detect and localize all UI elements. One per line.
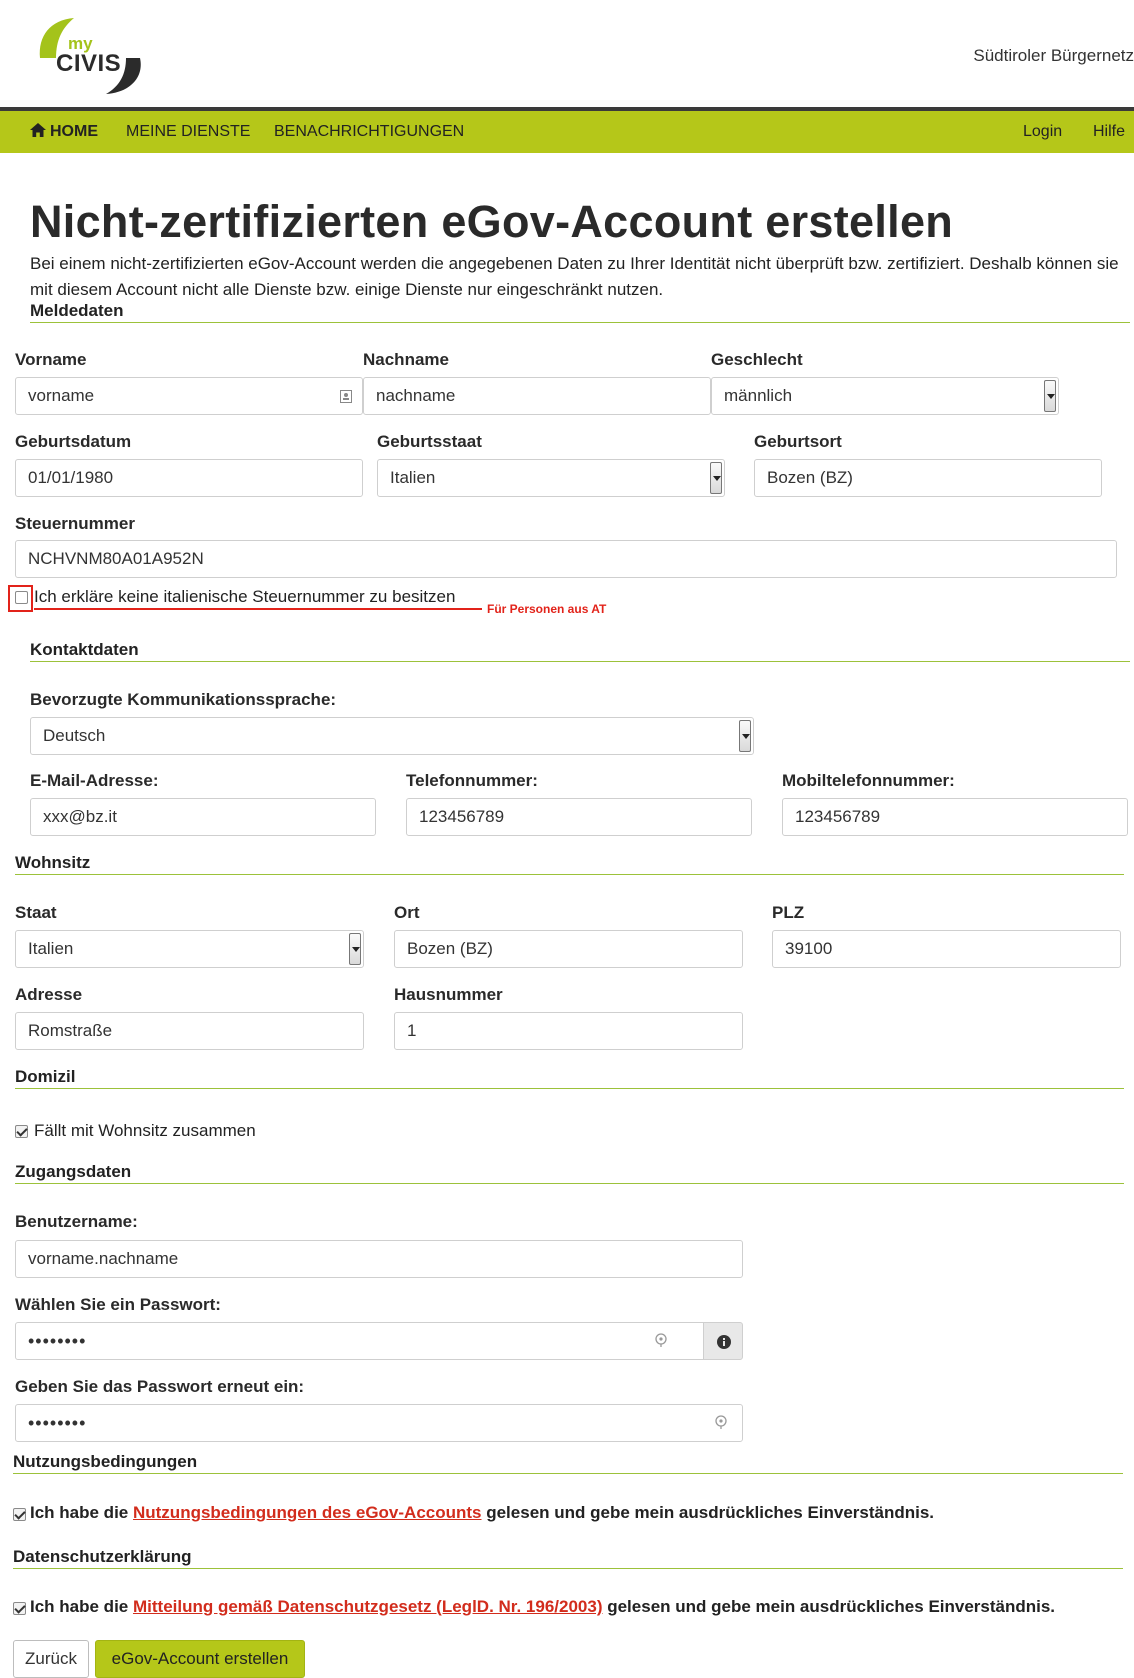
sprache-label: Bevorzugte Kommunikationssprache:: [30, 690, 337, 709]
adresse-input[interactable]: Romstraße: [15, 1012, 364, 1050]
terms-text-after: gelesen und gebe mein ausdrückliches Ein…: [481, 1503, 935, 1522]
back-button[interactable]: Zurück: [13, 1640, 89, 1678]
geschlecht-value: männlich: [724, 386, 793, 405]
passwort-value: ••••••••: [28, 1331, 87, 1351]
geburtsstaat-label: Geburtsstaat: [377, 432, 482, 451]
passwort2-value: ••••••••: [28, 1413, 87, 1433]
passwort-input[interactable]: ••••••••: [15, 1322, 705, 1360]
section-meldedaten: Meldedaten: [30, 301, 124, 320]
section-divider: [30, 322, 1130, 323]
passwort2-input[interactable]: ••••••••: [15, 1404, 743, 1442]
passwort2-label: Geben Sie das Passwort erneut ein:: [15, 1377, 305, 1396]
section-wohnsitz: Wohnsitz: [15, 853, 91, 872]
nav-benachrichtigungen[interactable]: BENACHRICHTIGUNGEN: [274, 123, 464, 141]
nav-home-label: HOME: [50, 123, 98, 140]
password-key-icon: [655, 1333, 667, 1347]
steuernummer-label: Steuernummer: [15, 514, 135, 533]
steuernummer-input[interactable]: NCHVNM80A01A952N: [15, 540, 1117, 578]
section-divider: [30, 661, 1130, 662]
create-account-button[interactable]: eGov-Account erstellen: [95, 1640, 305, 1678]
privacy-statement: Ich habe die Mitteilung gemäß Datenschut…: [30, 1597, 1055, 1617]
staat-label: Staat: [15, 903, 57, 922]
telefon-input[interactable]: 123456789: [406, 798, 752, 836]
section-nutzungsbedingungen: Nutzungsbedingungen: [13, 1452, 198, 1471]
hausnummer-input[interactable]: 1: [394, 1012, 743, 1050]
mycivis-logo[interactable]: my CIVIS: [36, 14, 146, 96]
passwort-label: Wählen Sie ein Passwort:: [15, 1295, 221, 1314]
staat-select[interactable]: Italien: [15, 930, 364, 968]
terms-checkbox[interactable]: [13, 1508, 26, 1521]
nav-help[interactable]: Hilfe: [1093, 123, 1125, 141]
mobil-input[interactable]: 123456789: [782, 798, 1128, 836]
geschlecht-label: Geschlecht: [711, 350, 803, 369]
terms-link[interactable]: Nutzungsbedingungen des eGov-Accounts: [133, 1503, 482, 1522]
page-intro: Bei einem nicht-zertifizierten eGov-Acco…: [30, 254, 1119, 299]
no-tax-number-checkbox[interactable]: [15, 591, 28, 604]
annotation-underline: [34, 608, 482, 610]
nav-meine-dienste[interactable]: MEINE DIENSTE: [126, 123, 250, 141]
benutzername-label: Benutzername:: [15, 1212, 138, 1231]
geschlecht-select[interactable]: männlich: [711, 377, 1059, 415]
geburtsort-input[interactable]: Bozen (BZ): [754, 459, 1102, 497]
staat-value: Italien: [28, 939, 74, 958]
section-divider: [15, 1088, 1124, 1089]
chevron-down-icon: [710, 462, 722, 494]
geburtsdatum-input[interactable]: 01/01/1980: [15, 459, 363, 497]
site-name: Südtiroler Bürgernetz: [973, 46, 1134, 65]
geburtsdatum-label: Geburtsdatum: [15, 432, 132, 451]
ort-input[interactable]: Bozen (BZ): [394, 930, 743, 968]
chevron-down-icon: [739, 720, 751, 752]
sprache-select[interactable]: Deutsch: [30, 717, 754, 755]
chevron-down-icon: [349, 933, 361, 965]
chevron-down-icon: [1044, 380, 1056, 412]
section-divider: [15, 1183, 1124, 1184]
section-divider: [15, 874, 1124, 875]
section-zugangsdaten: Zugangsdaten: [15, 1162, 132, 1181]
nav-home[interactable]: HOME: [30, 123, 98, 141]
home-icon: [30, 123, 46, 137]
adresse-label: Adresse: [15, 985, 83, 1004]
password-key-icon: [715, 1415, 727, 1429]
mobil-label: Mobiltelefonnummer:: [782, 771, 955, 790]
sprache-value: Deutsch: [43, 726, 106, 745]
nachname-label: Nachname: [363, 350, 449, 369]
hausnummer-label: Hausnummer: [394, 985, 503, 1004]
no-tax-number-label: Ich erkläre keine italienische Steuernum…: [34, 587, 456, 606]
geburtsstaat-select[interactable]: Italien: [377, 459, 725, 497]
nav-login[interactable]: Login: [1023, 123, 1062, 141]
logo-civis-text: CIVIS: [56, 50, 122, 77]
email-input[interactable]: xxx@bz.it: [30, 798, 376, 836]
privacy-link[interactable]: Mitteilung gemäß Datenschutzgesetz (Legl…: [133, 1597, 603, 1616]
password-info-button[interactable]: [703, 1322, 743, 1360]
domizil-same-label: Fällt mit Wohnsitz zusammen: [34, 1121, 256, 1140]
domizil-same-checkbox[interactable]: [15, 1125, 28, 1138]
email-label: E-Mail-Adresse:: [30, 771, 159, 790]
page-title: Nicht-zertifizierten eGov-Account erstel…: [30, 196, 954, 247]
vorname-label: Vorname: [15, 350, 87, 369]
ort-label: Ort: [394, 903, 420, 922]
section-kontaktdaten: Kontaktdaten: [30, 640, 139, 659]
terms-text-before: Ich habe die: [30, 1503, 133, 1522]
vorname-value: vorname: [28, 386, 95, 405]
nachname-input[interactable]: nachname: [363, 377, 711, 415]
plz-label: PLZ: [772, 903, 805, 922]
info-icon: [717, 1335, 731, 1349]
geburtsort-label: Geburtsort: [754, 432, 842, 451]
vorname-input[interactable]: vorname: [15, 377, 363, 415]
privacy-text-after: gelesen und gebe mein ausdrückliches Ein…: [602, 1597, 1056, 1616]
section-datenschutz: Datenschutzerklärung: [13, 1547, 192, 1566]
benutzername-input[interactable]: vorname.nachname: [15, 1240, 743, 1278]
geburtsstaat-value: Italien: [390, 468, 436, 487]
plz-input[interactable]: 39100: [772, 930, 1121, 968]
telefon-label: Telefonnummer:: [406, 771, 538, 790]
main-navigation: HOME MEINE DIENSTE BENACHRICHTIGUNGEN Lo…: [0, 107, 1134, 153]
privacy-text-before: Ich habe die: [30, 1597, 133, 1616]
section-domizil: Domizil: [15, 1067, 76, 1086]
contact-card-icon: [340, 390, 352, 403]
privacy-checkbox[interactable]: [13, 1602, 26, 1615]
terms-statement: Ich habe die Nutzungsbedingungen des eGo…: [30, 1503, 934, 1523]
annotation-note: Für Personen aus AT: [487, 602, 607, 616]
section-divider: [13, 1473, 1123, 1474]
section-divider: [13, 1568, 1123, 1569]
